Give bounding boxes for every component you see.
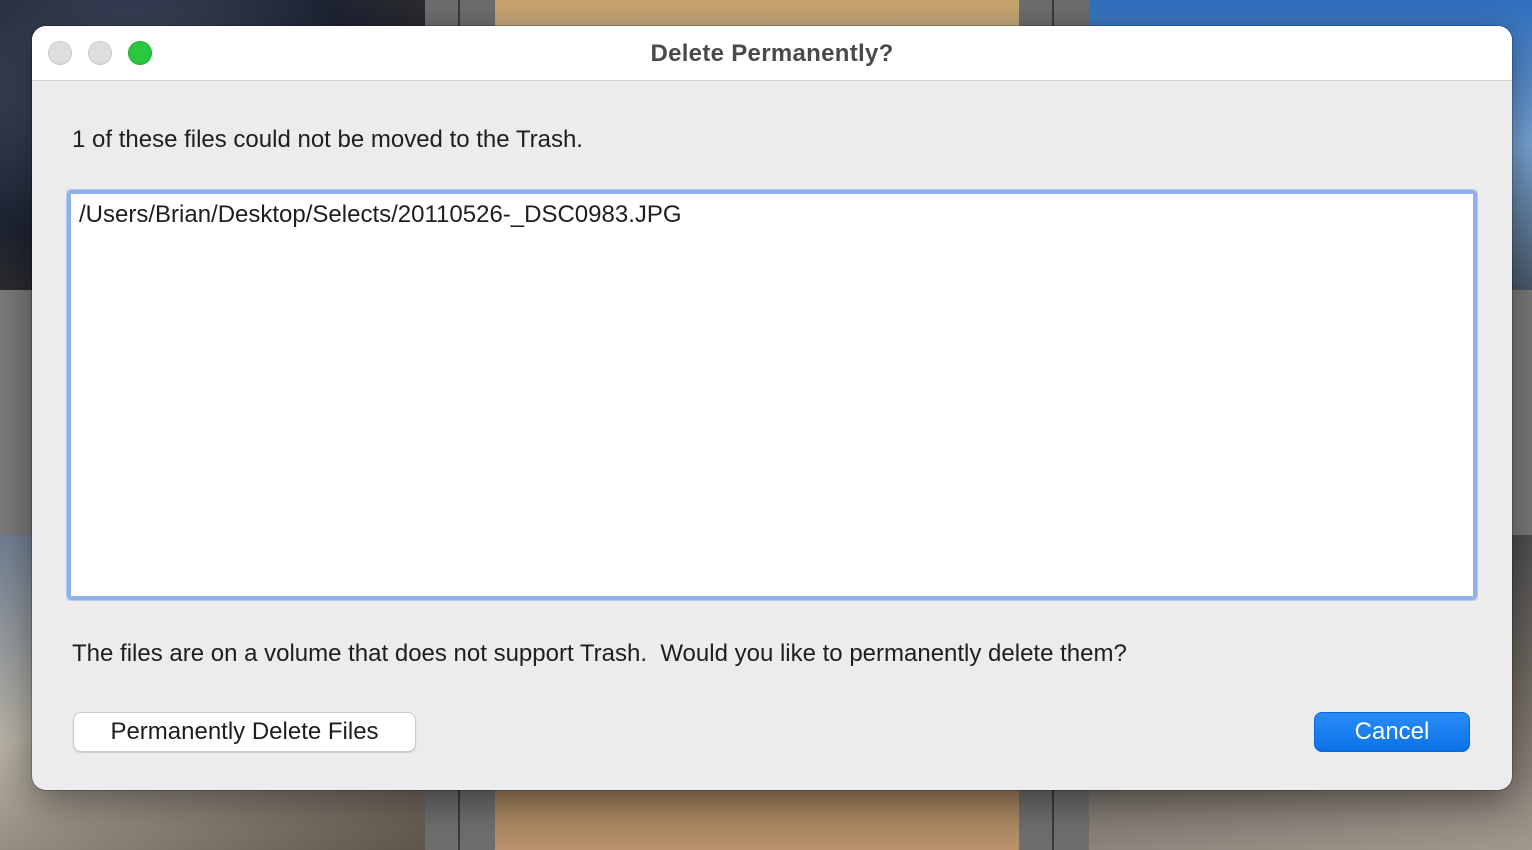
dialog-message: 1 of these files could not be moved to t… [72,126,583,153]
title-bar: Delete Permanently? [32,26,1512,81]
dialog-question: The files are on a volume that does not … [72,640,1127,667]
permanently-delete-files-button[interactable]: Permanently Delete Files [73,712,416,752]
file-list[interactable]: /Users/Brian/Desktop/Selects/20110526-_D… [66,189,1478,601]
dialog-title: Delete Permanently? [650,40,894,67]
cancel-button[interactable]: Cancel [1314,712,1470,752]
file-path-item[interactable]: /Users/Brian/Desktop/Selects/20110526-_D… [79,200,1465,230]
delete-permanently-dialog: Delete Permanently? 1 of these files cou… [32,26,1512,790]
